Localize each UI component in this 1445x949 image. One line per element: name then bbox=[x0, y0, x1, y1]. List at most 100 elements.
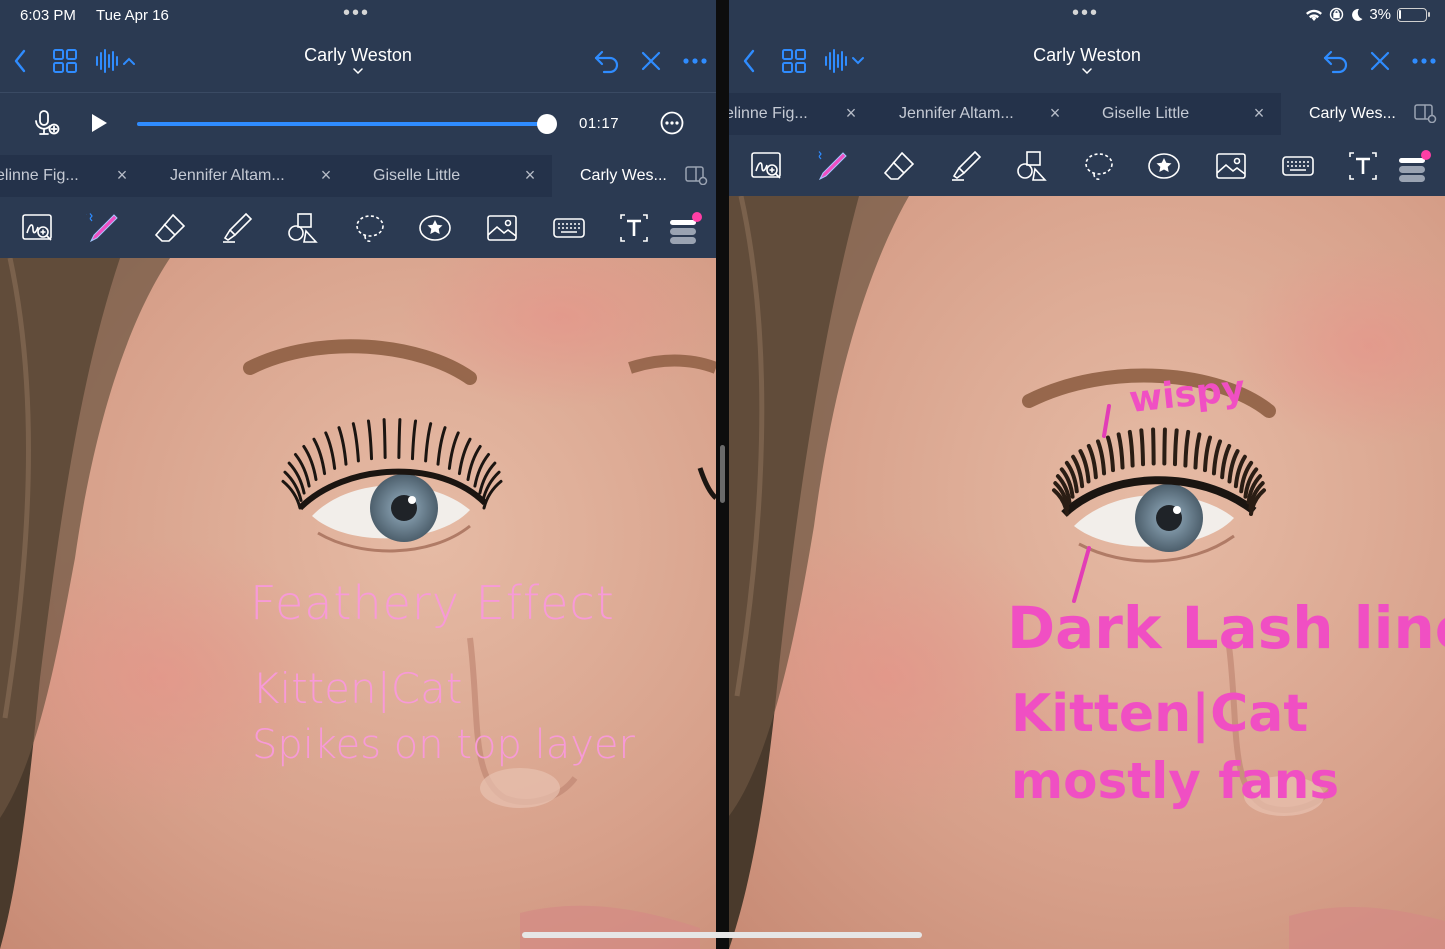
image-icon bbox=[487, 215, 517, 241]
eraser-icon bbox=[154, 213, 186, 242]
tab-document-3[interactable]: Giselle Little bbox=[1102, 93, 1232, 135]
tool-settings-icon bbox=[1399, 150, 1431, 182]
audio-scrubber-knob[interactable] bbox=[536, 114, 557, 134]
note-canvas[interactable]: Feathery Effect Kitten|Cat Spikes on top… bbox=[0, 258, 716, 949]
tool-settings-button[interactable] bbox=[668, 211, 702, 245]
eyelash-stroke bbox=[1172, 428, 1179, 467]
highlighter-tool[interactable] bbox=[220, 211, 254, 245]
shapes-icon bbox=[1017, 151, 1047, 181]
sticker-icon bbox=[1148, 153, 1180, 179]
eraser-tool[interactable] bbox=[882, 149, 916, 183]
tab-document-2[interactable]: Jennifer Altam... bbox=[170, 155, 320, 197]
face-photo bbox=[729, 196, 1445, 949]
tab-label: Giselle Little bbox=[1102, 105, 1190, 122]
nav-bar: Carly Weston bbox=[729, 30, 1445, 92]
status-bar: 6:03 PM Tue Apr 16 ••• bbox=[0, 0, 716, 30]
tab-document-4-active[interactable]: Carly Wes... bbox=[552, 155, 716, 197]
highlighter-icon bbox=[223, 212, 253, 243]
tab-document-3[interactable]: Giselle Little bbox=[373, 155, 503, 197]
pen-tool[interactable] bbox=[83, 211, 120, 245]
eraser-tool[interactable] bbox=[153, 211, 187, 245]
sticker-icon bbox=[419, 215, 451, 241]
nav-bar: Carly Weston bbox=[0, 30, 716, 92]
lasso-tool[interactable] bbox=[1082, 149, 1116, 183]
tab-close-button[interactable]: × bbox=[316, 165, 336, 185]
eyelash-stroke bbox=[397, 418, 402, 460]
sticker-tool[interactable] bbox=[418, 211, 452, 245]
right-pane: ••• 3% Carly Weston elinne Fig... × Jenn… bbox=[729, 0, 1445, 949]
sticker-tool[interactable] bbox=[1147, 149, 1181, 183]
status-time: 6:03 PM bbox=[20, 7, 76, 24]
close-button[interactable] bbox=[1364, 45, 1396, 77]
lasso-tool[interactable] bbox=[353, 211, 387, 245]
highlighter-tool[interactable] bbox=[949, 149, 983, 183]
tab-close-button[interactable]: × bbox=[520, 165, 540, 185]
options-circle-icon bbox=[660, 111, 684, 135]
multitask-dots[interactable]: ••• bbox=[1072, 2, 1099, 25]
audio-scrubber[interactable] bbox=[137, 114, 557, 134]
undo-button[interactable] bbox=[1320, 45, 1352, 77]
pen-icon bbox=[83, 212, 118, 243]
pen-icon bbox=[818, 151, 847, 181]
left-pane: 6:03 PM Tue Apr 16 ••• Carly Weston 01:1… bbox=[0, 0, 716, 949]
zoom-write-tool[interactable] bbox=[21, 211, 55, 245]
tab-close-button[interactable]: × bbox=[1045, 103, 1065, 123]
home-indicator[interactable] bbox=[522, 932, 922, 938]
more-button[interactable] bbox=[679, 45, 711, 77]
eraser-icon bbox=[883, 151, 915, 180]
drawing-toolbar bbox=[729, 135, 1445, 196]
handwritten-note-line-3: mostly fans bbox=[1011, 752, 1340, 810]
sidebar-icon[interactable] bbox=[1413, 103, 1437, 123]
text-box-tool[interactable] bbox=[617, 211, 651, 245]
handwritten-note-line-3: Spikes on top layer bbox=[252, 722, 635, 768]
audio-progress-fill bbox=[137, 122, 547, 126]
tab-close-button[interactable]: × bbox=[1249, 103, 1269, 123]
text-box-tool[interactable] bbox=[1346, 149, 1380, 183]
document-title-text: Carly Weston bbox=[304, 45, 412, 65]
undo-button[interactable] bbox=[591, 45, 623, 77]
undo-icon bbox=[594, 50, 619, 74]
status-indicators: 3% bbox=[1305, 6, 1430, 23]
tab-close-button[interactable]: × bbox=[112, 165, 132, 185]
more-button[interactable] bbox=[1408, 45, 1440, 77]
keyboard-tool[interactable] bbox=[552, 211, 586, 245]
close-button[interactable] bbox=[635, 45, 667, 77]
mic-plus-icon bbox=[35, 110, 60, 135]
eyelash-stroke bbox=[1151, 427, 1156, 466]
audio-options-button[interactable] bbox=[656, 107, 688, 139]
pen-tool[interactable] bbox=[815, 149, 849, 183]
image-tool[interactable] bbox=[485, 211, 519, 245]
tool-settings-button[interactable] bbox=[1397, 149, 1431, 183]
audio-player: 01:17 bbox=[0, 92, 716, 154]
record-audio-button[interactable] bbox=[30, 107, 62, 139]
split-view-divider[interactable] bbox=[716, 0, 729, 949]
audio-time: 01:17 bbox=[579, 115, 620, 132]
image-icon bbox=[1216, 153, 1246, 179]
shapes-tool[interactable] bbox=[1015, 149, 1049, 183]
zoom-write-tool[interactable] bbox=[750, 149, 784, 183]
tab-document-4-active[interactable]: Carly Wes... bbox=[1281, 93, 1445, 135]
eyelash-stroke bbox=[382, 418, 387, 460]
tool-settings-icon bbox=[670, 212, 702, 244]
chevron-down-icon bbox=[1082, 68, 1092, 74]
tab-label: Carly Wes... bbox=[580, 167, 667, 184]
eyelash-stroke bbox=[1139, 428, 1146, 467]
shapes-tool[interactable] bbox=[286, 211, 320, 245]
image-tool[interactable] bbox=[1214, 149, 1248, 183]
tab-label: elinne Fig... bbox=[0, 167, 79, 184]
keyboard-tool[interactable] bbox=[1281, 149, 1315, 183]
tab-close-button[interactable]: × bbox=[841, 103, 861, 123]
zoom-write-icon bbox=[22, 214, 52, 241]
undo-icon bbox=[1323, 50, 1348, 74]
moon-icon bbox=[1352, 8, 1363, 21]
more-icon bbox=[683, 58, 707, 64]
sidebar-icon[interactable] bbox=[684, 165, 708, 185]
text-box-icon bbox=[620, 214, 648, 242]
note-canvas[interactable]: wispy Dark Lash line Kitten|Cat mostly f… bbox=[729, 196, 1445, 949]
wifi-icon bbox=[1306, 9, 1323, 21]
play-button[interactable] bbox=[83, 107, 115, 139]
split-view-handle[interactable] bbox=[720, 445, 725, 503]
multitask-dots[interactable]: ••• bbox=[343, 2, 370, 25]
tab-document-2[interactable]: Jennifer Altam... bbox=[899, 93, 1049, 135]
handwritten-note-line-1: Feathery Effect bbox=[250, 576, 615, 630]
